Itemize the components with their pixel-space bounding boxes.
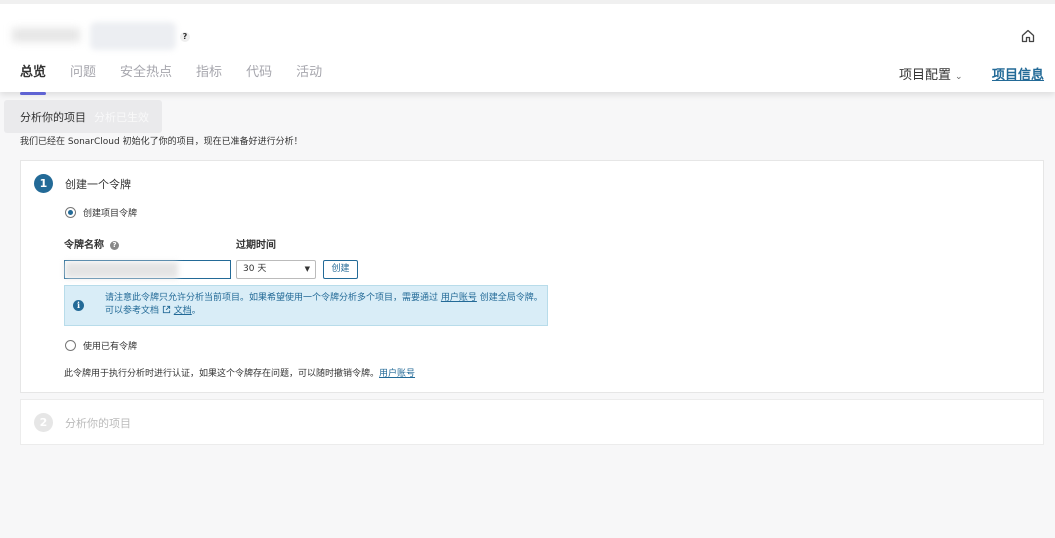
project-name-redacted[interactable] xyxy=(12,22,177,50)
home-icon[interactable] xyxy=(1020,28,1036,44)
token-name-label-text: 令牌名称 xyxy=(64,240,104,251)
project-config-menu[interactable]: 项目配置 ⌄ xyxy=(899,64,963,83)
intro-text: 我们已经在 SonarCloud 初始化了你的项目，现在已准备好进行分析！ xyxy=(20,137,303,147)
radio-create-project-token[interactable] xyxy=(65,207,76,218)
ghost-overlay-text: 分析已生效 xyxy=(94,111,149,124)
info-alert-text: 请注意此令牌只允许分析当前项目。如果希望使用一个令牌分析多个项目，需要通过 用户… xyxy=(105,292,545,318)
help-icon[interactable]: ? xyxy=(110,240,119,250)
footnote-user-account-link[interactable]: 用户账号 xyxy=(379,369,415,379)
project-config-label: 项目配置 xyxy=(899,68,952,83)
expiration-label: 过期时间 xyxy=(236,240,276,251)
redacted-project-badge xyxy=(90,22,176,50)
page-title-container: 分析你的项目 分析已生效 xyxy=(4,100,162,133)
project-tabs: 总览 问题 安全热点 指标 代码 活动 xyxy=(20,64,346,96)
radio-use-existing-token[interactable] xyxy=(65,340,76,351)
create-token-button[interactable]: 创建 xyxy=(323,260,358,279)
info-alert: i 请注意此令牌只允许分析当前项目。如果希望使用一个令牌分析多个项目，需要通过 … xyxy=(64,285,548,326)
radio-create-project-token-label[interactable]: 创建项目令牌 xyxy=(83,206,137,219)
expiration-select[interactable]: 30 天 ▼ xyxy=(236,260,316,279)
tab-measures[interactable]: 指标 xyxy=(196,64,222,96)
token-name-input[interactable] xyxy=(64,260,231,279)
tab-issues[interactable]: 问题 xyxy=(70,64,96,96)
step2-title: 分析你的项目 xyxy=(65,417,131,430)
chevron-down-icon: ⌄ xyxy=(955,72,963,82)
top-navigation-bar: ? 总览 问题 安全热点 指标 代码 活动 项目配置 ⌄ 项目信息 xyxy=(0,0,1055,95)
user-account-link[interactable]: 用户账号 xyxy=(441,293,477,303)
caret-down-icon: ▼ xyxy=(304,265,310,273)
tab-overview[interactable]: 总览 xyxy=(20,64,47,96)
step1-number: 1 xyxy=(34,174,53,193)
project-info-link[interactable]: 项目信息 xyxy=(992,64,1044,83)
help-icon[interactable]: ? xyxy=(180,32,190,42)
documentation-link[interactable]: 文档 xyxy=(174,306,192,316)
token-name-label: 令牌名称? xyxy=(64,236,119,251)
external-link-icon xyxy=(162,305,170,314)
tab-activity[interactable]: 活动 xyxy=(296,64,322,96)
info-text-part-3: 。 xyxy=(191,306,201,316)
tab-code[interactable]: 代码 xyxy=(246,64,272,96)
info-icon: i xyxy=(73,300,84,311)
tab-security-hotspots[interactable]: 安全热点 xyxy=(120,64,172,96)
step2-card: 2 分析你的项目 xyxy=(20,399,1044,445)
step1-title: 创建一个令牌 xyxy=(65,178,131,191)
radio-use-existing-token-label[interactable]: 使用已有令牌 xyxy=(83,339,137,352)
step1-card: 1 创建一个令牌 创建项目令牌 令牌名称? 过期时间 30 天 ▼ 创建 i 请… xyxy=(20,160,1044,393)
token-footnote: 此令牌用于执行分析时进行认证，如果这个令牌存在问题，可以随时撤销令牌。用户账号 xyxy=(64,366,415,379)
redacted-organization xyxy=(12,28,80,42)
page-title: 分析你的项目 xyxy=(20,111,86,124)
info-text-part-1: 请注意此令牌只允许分析当前项目。如果希望使用一个令牌分析多个项目，需要通过 xyxy=(105,293,439,303)
step2-number: 2 xyxy=(34,413,53,432)
expiration-select-value: 30 天 xyxy=(243,264,267,274)
footnote-text: 此令牌用于执行分析时进行认证，如果这个令牌存在问题，可以随时撤销令牌。 xyxy=(64,369,380,379)
redacted-token-name xyxy=(65,262,178,278)
